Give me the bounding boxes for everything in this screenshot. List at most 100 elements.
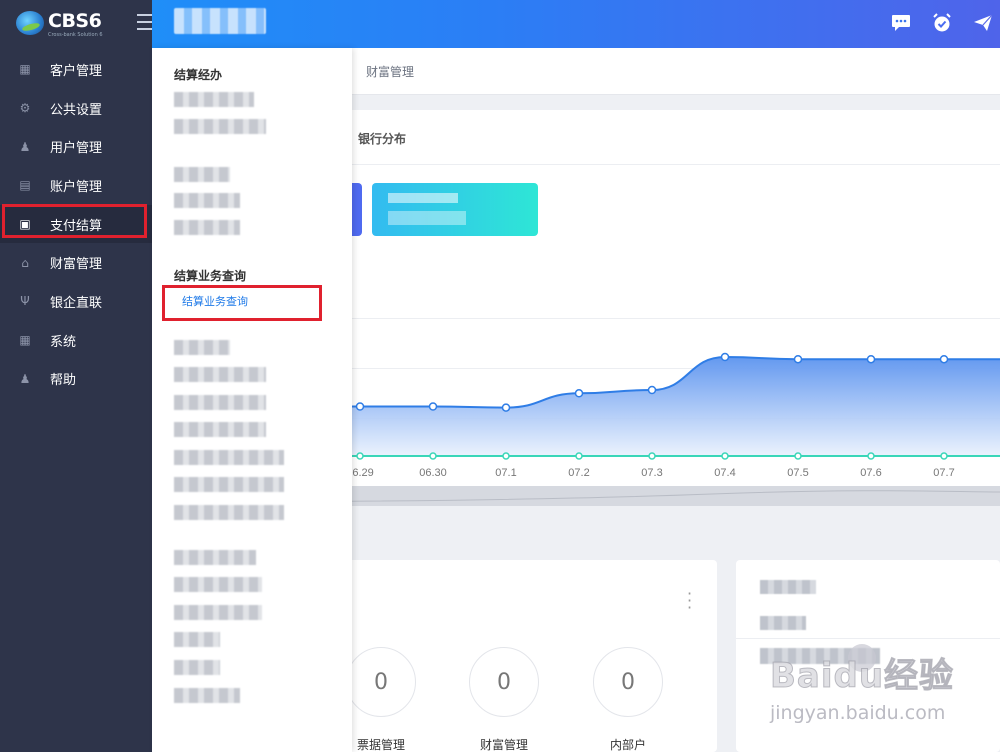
- stat-value: 0: [497, 669, 511, 695]
- blurred-menu-item[interactable]: [174, 577, 262, 592]
- x-tick-label: 07.5: [787, 467, 808, 479]
- trend-chart: 06.29 06.30 07.1 07.2 07.3 07.4 07.5 07.6 07.7: [304, 318, 1000, 479]
- data-point[interactable]: [428, 402, 438, 411]
- stat-value: 0: [374, 669, 388, 695]
- blurred-menu-item[interactable]: [174, 550, 256, 565]
- submenu-flyout: 结算经办 结算业务查询 结算业务查询: [152, 48, 352, 752]
- top-bar: [152, 0, 1000, 48]
- submenu-section-title: 结算经办: [174, 68, 223, 82]
- baseline-data-point[interactable]: [575, 452, 583, 460]
- user-key-icon: ♟: [19, 371, 31, 386]
- blurred-menu-item[interactable]: [174, 605, 262, 620]
- blurred-menu-item[interactable]: [174, 422, 266, 437]
- blurred-text: [760, 616, 806, 630]
- baseline-data-point[interactable]: [502, 452, 510, 460]
- baseline-data-point[interactable]: [940, 452, 948, 460]
- sidebar-item-label: 系统: [50, 334, 77, 350]
- baseline-data-point[interactable]: [867, 452, 875, 460]
- x-tick-label: 07.4: [714, 467, 735, 479]
- sidebar-item-label: 用户管理: [50, 141, 103, 157]
- alarm-clock-icon[interactable]: [931, 12, 953, 34]
- stat-circle-bills[interactable]: 0: [346, 647, 416, 717]
- blurred-menu-item[interactable]: [174, 367, 266, 382]
- blurred-menu-item[interactable]: [174, 450, 284, 465]
- trident-icon: Ψ: [20, 294, 30, 309]
- building-icon: ▦: [19, 62, 31, 77]
- sidebar-item-label: 账户管理: [50, 179, 103, 195]
- stat-circle-internal[interactable]: 0: [593, 647, 663, 717]
- sidebar-item-label: 客户管理: [50, 63, 103, 79]
- data-point[interactable]: [647, 385, 657, 395]
- blurred-menu-item[interactable]: [174, 167, 230, 182]
- blurred-menu-item[interactable]: [174, 340, 230, 355]
- blurred-text: [388, 211, 466, 225]
- building-icon: ▦: [19, 333, 31, 348]
- gears-icon: ⚙: [19, 101, 31, 116]
- blurred-menu-item[interactable]: [174, 632, 220, 647]
- watermark-url: jingyan.baidu.com: [770, 702, 946, 724]
- data-point[interactable]: [939, 354, 949, 364]
- sidebar-item-wealth[interactable]: ⌂ 财富管理: [0, 243, 152, 282]
- breadcrumb-item-wealth[interactable]: 财富管理: [366, 63, 414, 80]
- baseline-data-point[interactable]: [721, 452, 729, 460]
- blurred-text: [760, 580, 816, 594]
- stat-card-teal[interactable]: [372, 183, 538, 236]
- blurred-menu-item[interactable]: [174, 477, 284, 492]
- blurred-menu-item[interactable]: [174, 193, 240, 208]
- blurred-menu-item[interactable]: [174, 220, 240, 235]
- user-key-icon: ♟: [19, 139, 31, 154]
- data-point[interactable]: [720, 352, 730, 362]
- blurred-title: [174, 8, 266, 34]
- message-icon[interactable]: [890, 12, 912, 34]
- blurred-menu-item[interactable]: [174, 119, 266, 134]
- highlight-box-payment-settlement: [2, 204, 147, 238]
- baseline-data-point[interactable]: [794, 452, 802, 460]
- submenu-section-title: 结算业务查询: [174, 269, 247, 283]
- stat-label: 财富管理: [479, 738, 528, 752]
- logo[interactable]: CBS6 Cross-bank Solution 6: [0, 0, 152, 48]
- blurred-menu-item[interactable]: [174, 395, 266, 410]
- sidebar-item-label: 帮助: [50, 373, 77, 389]
- baseline-data-point[interactable]: [429, 452, 437, 460]
- divider: [736, 638, 1000, 639]
- data-point[interactable]: [574, 389, 584, 398]
- sidebar-item-accounts[interactable]: ▤ 账户管理: [0, 166, 152, 205]
- sidebar-item-help[interactable]: ♟ 帮助: [0, 360, 152, 399]
- data-point[interactable]: [793, 354, 803, 364]
- stat-label: 内部户: [609, 738, 646, 752]
- sidebar-item-customer[interactable]: ▦ 客户管理: [0, 50, 152, 89]
- sidebar: CBS6 Cross-bank Solution 6 ▦ 客户管理 ⚙ 公共设置…: [0, 0, 155, 752]
- tab-bank-distribution[interactable]: 银行分布: [358, 130, 406, 147]
- blurred-menu-item[interactable]: [174, 688, 240, 703]
- blurred-menu-item[interactable]: [174, 92, 254, 107]
- baseline-data-point[interactable]: [356, 452, 364, 460]
- blurred-menu-item[interactable]: [174, 660, 220, 675]
- baidu-watermark: Baidu经验 jingyan.baidu.com: [760, 640, 1000, 740]
- send-icon[interactable]: [972, 12, 994, 34]
- data-point[interactable]: [866, 354, 876, 364]
- logo-subtitle: Cross-bank Solution 6: [48, 32, 103, 38]
- blurred-text: [388, 193, 458, 203]
- watermark-brand: Baidu经验: [769, 656, 955, 697]
- sidebar-item-label: 财富管理: [50, 257, 103, 273]
- sidebar-item-users[interactable]: ♟ 用户管理: [0, 127, 152, 166]
- sidebar-item-bank-direct[interactable]: Ψ 银企直联: [0, 282, 152, 321]
- data-point[interactable]: [355, 402, 365, 411]
- stat-value: 0: [621, 669, 635, 695]
- sidebar-item-label: 公共设置: [50, 102, 103, 118]
- x-tick-label: 07.3: [641, 467, 662, 479]
- sidebar-item-public-settings[interactable]: ⚙ 公共设置: [0, 89, 152, 128]
- x-tick-label: 07.6: [860, 467, 881, 479]
- sidebar-item-system[interactable]: ▦ 系统: [0, 321, 152, 360]
- x-tick-label: 07.1: [495, 467, 516, 479]
- stat-circle-wealth[interactable]: 0: [469, 647, 539, 717]
- blurred-menu-item[interactable]: [174, 505, 284, 520]
- logo-globe-icon: [16, 11, 44, 35]
- sidebar-item-label: 银企直联: [50, 295, 103, 311]
- baseline-data-point[interactable]: [648, 452, 656, 460]
- bank-icon: ⌂: [21, 255, 29, 270]
- x-tick-label: 07.7: [933, 467, 954, 479]
- more-options-icon[interactable]: · · ·: [687, 586, 692, 616]
- data-point[interactable]: [501, 403, 511, 412]
- x-tick-label: 06.30: [419, 467, 447, 479]
